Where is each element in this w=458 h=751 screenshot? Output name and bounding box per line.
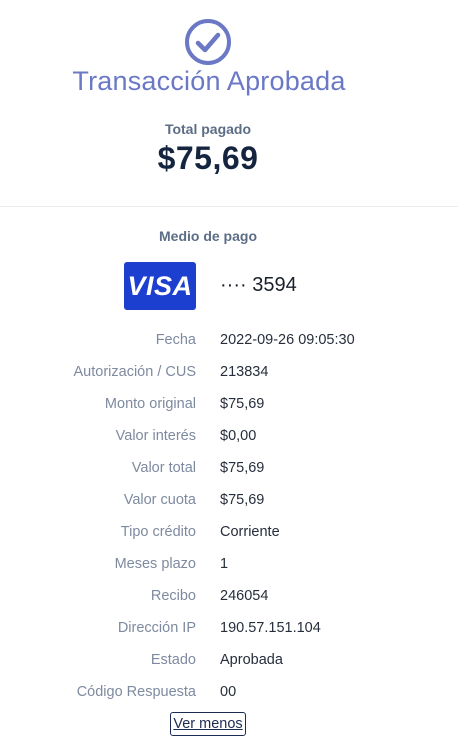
detail-value-valor-interes: $0,00 xyxy=(220,428,257,444)
detail-label-monto-original: Monto original xyxy=(104,396,196,412)
detail-label-valor-total: Valor total xyxy=(131,460,196,476)
masked-card-number: ···· 3594 xyxy=(220,274,297,296)
detail-label-direccion-ip: Dirección IP xyxy=(117,620,196,636)
detail-label-tipo-credito: Tipo crédito xyxy=(120,524,196,540)
detail-label-estado: Estado xyxy=(150,652,196,668)
check-circle-icon xyxy=(185,19,231,65)
detail-value-valor-total: $75,69 xyxy=(220,460,265,476)
detail-value-valor-cuota: $75,69 xyxy=(220,492,265,508)
detail-value-tipo-credito: Corriente xyxy=(220,524,280,540)
detail-value-estado: Aprobada xyxy=(220,652,283,668)
detail-label-codigo-respuesta: Código Respuesta xyxy=(76,684,196,700)
detail-value-fecha: 2022-09-26 09:05:30 xyxy=(220,332,355,348)
detail-value-direccion-ip: 190.57.151.104 xyxy=(220,620,321,636)
payment-method-label: Medio de pago xyxy=(159,228,257,244)
total-paid-label: Total pagado xyxy=(164,121,252,137)
detail-label-valor-interes: Valor interés xyxy=(115,428,196,444)
ver-menos-link[interactable]: Ver menos xyxy=(170,712,246,736)
detail-value-meses-plazo: 1 xyxy=(220,556,229,572)
summary-section: Transacción Aprobada Total pagado $75,69 xyxy=(0,0,458,207)
detail-value-codigo-respuesta: 00 xyxy=(220,684,237,700)
detail-label-valor-cuota: Valor cuota xyxy=(123,492,196,508)
detail-label-meses-plazo: Meses plazo xyxy=(114,556,196,572)
total-paid-amount: $75,69 xyxy=(157,140,259,176)
detail-value-monto-original: $75,69 xyxy=(220,396,265,412)
detail-value-recibo: 246054 xyxy=(220,588,269,604)
detail-label-fecha: Fecha xyxy=(155,332,196,348)
detail-label-autorizacion: Autorización / CUS xyxy=(73,364,197,380)
detail-value-autorizacion: 213834 xyxy=(220,364,269,380)
detail-label-recibo: Recibo xyxy=(150,588,196,604)
transaction-status-title: Transacción Aprobada xyxy=(72,66,346,96)
visa-logo: VISA xyxy=(124,262,196,310)
